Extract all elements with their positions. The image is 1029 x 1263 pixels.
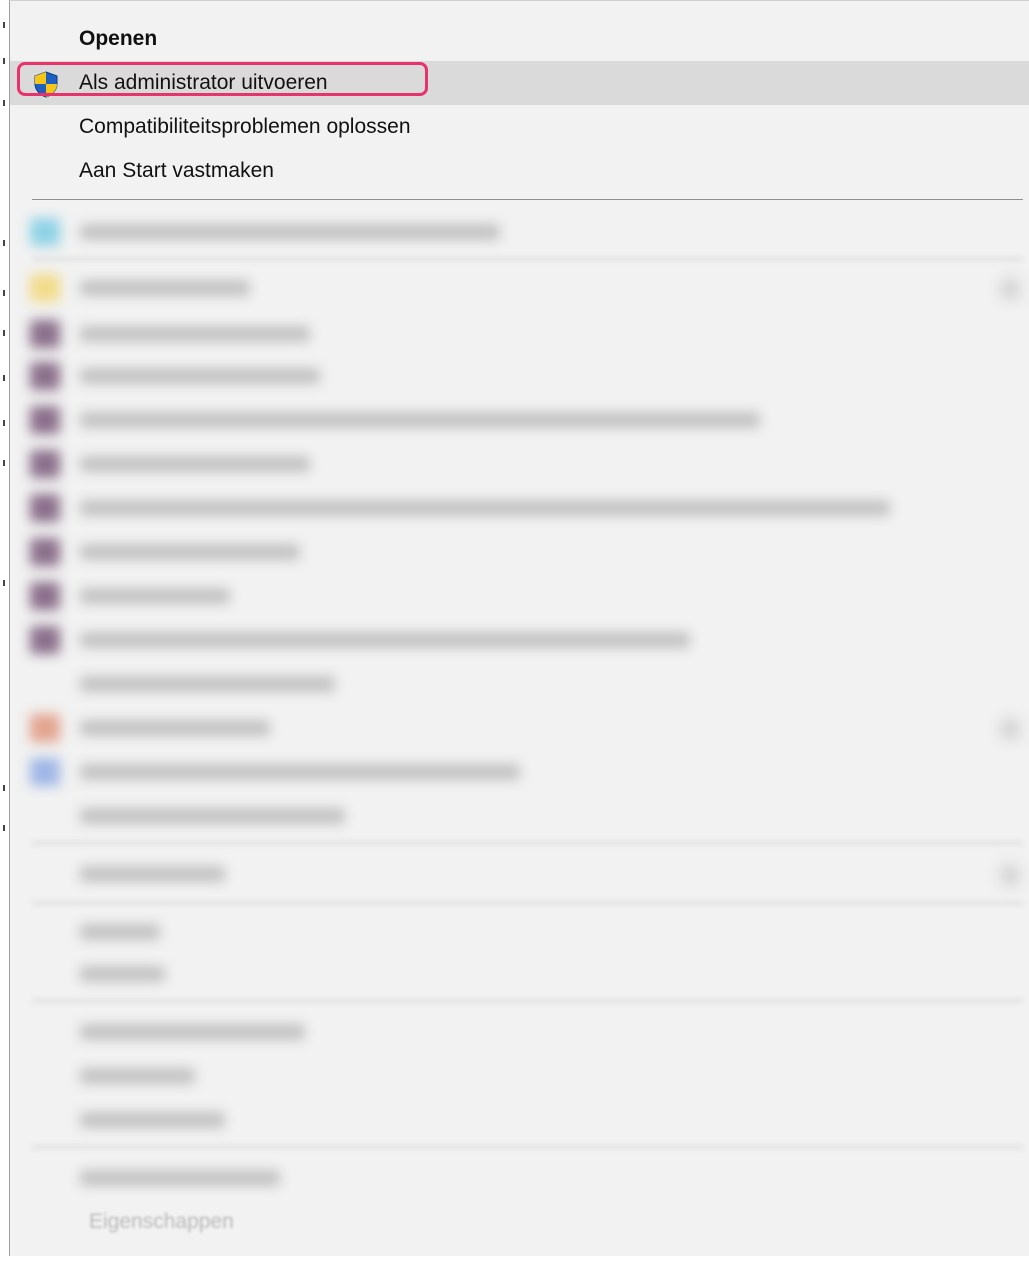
blurred-menu-item xyxy=(10,954,1029,994)
menu-item-pin-to-start[interactable]: Aan Start vastmaken xyxy=(10,149,1029,193)
blurred-menu-item xyxy=(10,1012,1029,1052)
blurred-menu-item xyxy=(10,576,1029,616)
menu-item-run-as-administrator[interactable]: Als administrator uitvoeren xyxy=(10,61,1029,105)
blurred-menu-item xyxy=(10,1158,1029,1198)
menu-item-label: Compatibiliteitsproblemen oplossen xyxy=(79,115,411,138)
menu-item-properties[interactable]: Eigenschappen xyxy=(89,1210,234,1234)
blurred-menu-item xyxy=(10,532,1029,572)
blurred-menu-item xyxy=(10,314,1029,354)
uac-shield-icon xyxy=(34,71,58,98)
menu-item-troubleshoot-compatibility[interactable]: Compatibiliteitsproblemen oplossen xyxy=(10,105,1029,149)
blurred-menu-items xyxy=(10,206,1029,1256)
blurred-menu-item xyxy=(10,212,1029,252)
blurred-menu-item xyxy=(10,400,1029,440)
menu-item-label: Aan Start vastmaken xyxy=(79,159,274,182)
context-menu: Openen Als administrator uitvoeren Compa… xyxy=(9,0,1029,1256)
blurred-menu-item xyxy=(10,1100,1029,1140)
background-window-edge xyxy=(0,0,9,1263)
blurred-menu-item xyxy=(10,488,1029,528)
blurred-menu-item xyxy=(10,752,1029,792)
blurred-menu-item xyxy=(10,796,1029,836)
screenshot-root: Openen Als administrator uitvoeren Compa… xyxy=(0,0,1029,1263)
menu-item-label: Openen xyxy=(79,27,158,50)
blurred-menu-item xyxy=(10,356,1029,396)
blurred-menu-item xyxy=(10,708,1029,748)
blurred-menu-item xyxy=(10,620,1029,660)
menu-item-label: Als administrator uitvoeren xyxy=(79,71,328,94)
blurred-menu-item xyxy=(10,444,1029,484)
menu-separator xyxy=(32,199,1023,200)
blurred-menu-item xyxy=(10,664,1029,704)
blurred-menu-item xyxy=(10,854,1029,894)
bottom-margin xyxy=(0,1256,1029,1263)
blurred-menu-item xyxy=(10,912,1029,952)
menu-item-open[interactable]: Openen xyxy=(10,17,1029,61)
blurred-menu-item xyxy=(10,268,1029,308)
blurred-menu-item xyxy=(10,1056,1029,1096)
